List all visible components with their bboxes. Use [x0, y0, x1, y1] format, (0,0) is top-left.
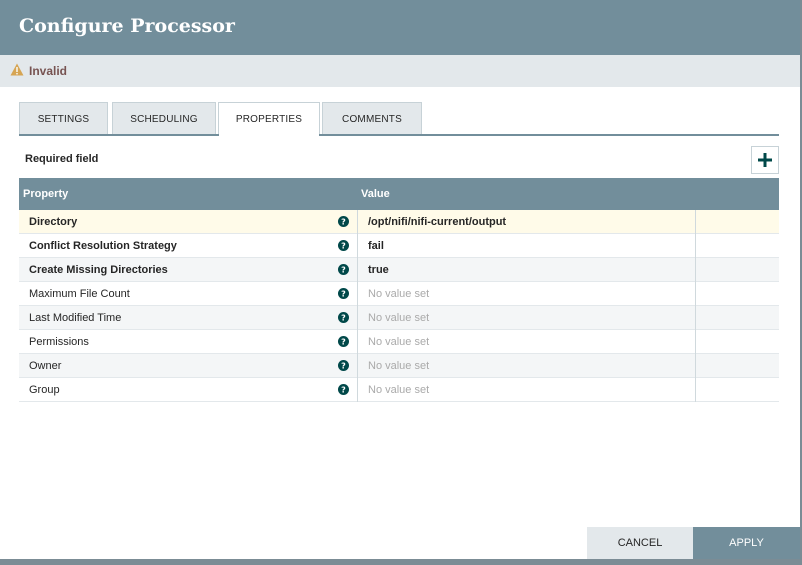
svg-text:?: ?	[341, 362, 346, 371]
help-icon[interactable]: ?	[338, 360, 349, 371]
help-icon[interactable]: ?	[338, 240, 349, 251]
column-divider	[357, 234, 358, 258]
property-value[interactable]: fail	[368, 240, 384, 252]
property-value[interactable]: No value set	[368, 288, 429, 300]
required-field-label: Required field	[25, 153, 99, 165]
table-row[interactable]: Conflict Resolution Strategy ? fail	[19, 234, 779, 258]
dialog-header: Configure Processor	[0, 0, 800, 55]
property-name: Permissions	[29, 336, 89, 348]
column-divider	[357, 330, 358, 354]
add-property-button[interactable]	[751, 146, 779, 174]
svg-text:?: ?	[341, 314, 346, 323]
property-name: Create Missing Directories	[29, 264, 168, 276]
column-divider	[357, 282, 358, 306]
column-divider	[357, 306, 358, 330]
table-row[interactable]: Permissions ? No value set	[19, 330, 779, 354]
help-icon[interactable]: ?	[338, 216, 349, 227]
tab-comments[interactable]: COMMENTS	[322, 102, 422, 135]
column-divider	[357, 210, 358, 234]
svg-text:?: ?	[341, 266, 346, 275]
table-row[interactable]: Group ? No value set	[19, 378, 779, 402]
column-divider	[695, 258, 696, 282]
property-value[interactable]: /opt/nifi/nifi-current/output	[368, 216, 506, 228]
property-name: Directory	[29, 216, 78, 228]
property-value[interactable]: No value set	[368, 312, 429, 324]
column-header-property[interactable]: Property	[23, 188, 68, 200]
svg-text:?: ?	[341, 338, 346, 347]
column-divider	[695, 234, 696, 258]
tab-properties[interactable]: PROPERTIES	[218, 102, 320, 136]
property-name: Owner	[29, 360, 62, 372]
column-divider	[357, 258, 358, 282]
tab-underline	[19, 134, 779, 136]
apply-button[interactable]: APPLY	[693, 527, 800, 559]
svg-text:?: ?	[341, 290, 346, 299]
column-divider	[695, 210, 696, 234]
table-row[interactable]: Create Missing Directories ? true	[19, 258, 779, 282]
properties-table: Property Value Directory ? /opt/nifi/nif…	[19, 178, 779, 402]
property-name: Conflict Resolution Strategy	[29, 240, 177, 252]
column-divider	[695, 378, 696, 402]
cancel-button[interactable]: CANCEL	[587, 527, 693, 559]
column-divider	[695, 330, 696, 354]
property-name: Maximum File Count	[29, 288, 130, 300]
tab-underline-gap	[219, 134, 319, 136]
help-icon[interactable]: ?	[338, 384, 349, 395]
tab-settings[interactable]: SETTINGS	[19, 102, 108, 135]
status-text: Invalid	[29, 64, 68, 78]
column-header-value[interactable]: Value	[361, 188, 390, 200]
help-icon[interactable]: ?	[338, 288, 349, 299]
table-row[interactable]: Last Modified Time ? No value set	[19, 306, 779, 330]
status-bar: Invalid	[0, 55, 800, 87]
column-divider	[695, 282, 696, 306]
table-header: Property Value	[19, 178, 779, 210]
property-name: Last Modified Time	[29, 312, 122, 324]
column-divider	[695, 354, 696, 378]
property-value[interactable]: No value set	[368, 360, 429, 372]
plus-icon	[758, 153, 772, 167]
table-row[interactable]: Maximum File Count ? No value set	[19, 282, 779, 306]
property-value[interactable]: true	[368, 264, 389, 276]
column-divider	[357, 354, 358, 378]
property-value[interactable]: No value set	[368, 336, 429, 348]
property-name: Group	[29, 384, 60, 396]
property-value[interactable]: No value set	[368, 384, 429, 396]
help-icon[interactable]: ?	[338, 336, 349, 347]
table-row[interactable]: Owner ? No value set	[19, 354, 779, 378]
column-divider	[695, 306, 696, 330]
column-divider	[357, 378, 358, 402]
table-row[interactable]: Directory ? /opt/nifi/nifi-current/outpu…	[19, 210, 779, 234]
svg-text:?: ?	[341, 386, 346, 395]
help-icon[interactable]: ?	[338, 264, 349, 275]
warning-icon	[10, 63, 24, 76]
dialog-title: Configure Processor	[19, 15, 235, 37]
svg-text:?: ?	[341, 242, 346, 251]
svg-text:?: ?	[341, 218, 346, 227]
tab-scheduling[interactable]: SCHEDULING	[112, 102, 216, 135]
help-icon[interactable]: ?	[338, 312, 349, 323]
